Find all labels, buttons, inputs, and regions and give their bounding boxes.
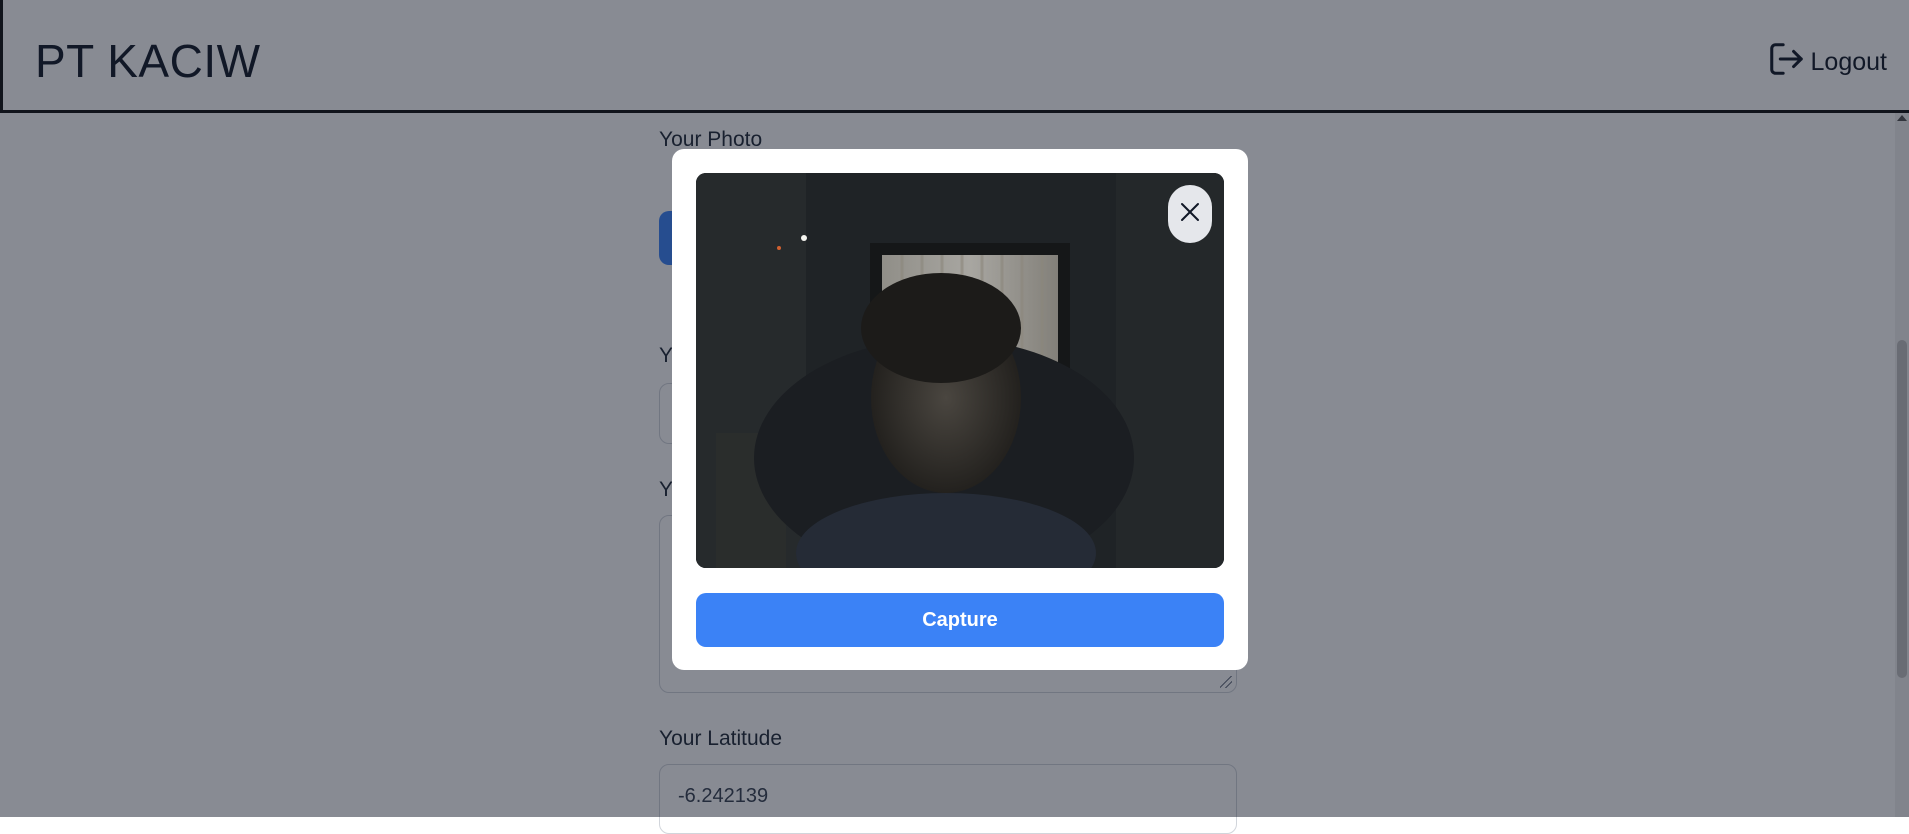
close-modal-button[interactable] [1168,185,1212,243]
webcam-frame-image [696,173,1224,568]
camera-modal: Capture [672,149,1248,670]
capture-button[interactable]: Capture [696,593,1224,647]
camera-preview [696,173,1224,568]
close-icon [1179,201,1201,228]
